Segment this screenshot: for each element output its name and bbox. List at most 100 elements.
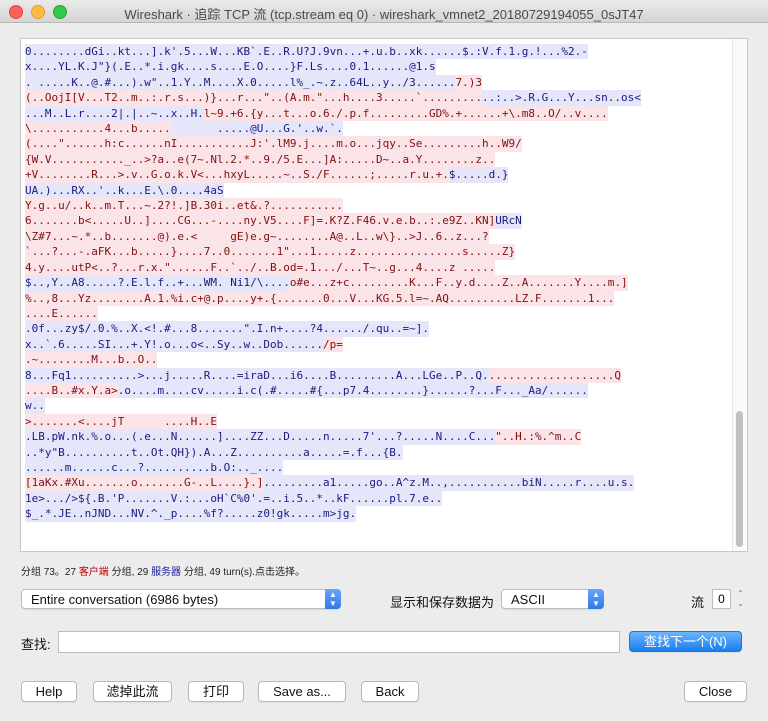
stream-line: 6.......b<.....U..]....CG...-....ny.V5..… [25,213,731,229]
stream-line: ....B..#x.Y.a>.o....m....cv.....i.c(.#..… [25,382,731,399]
vertical-scrollbar[interactable] [732,39,746,551]
server-data-segment: $.....d.} [448,167,509,183]
client-data-segment: "..H.:%.^m..C [495,429,582,445]
server-data-segment: w.. [25,398,45,414]
stream-line: [1aKx.#Xu.......o.......G-..L....}.]....… [25,475,731,491]
client-data-segment: \...........4...b..... [25,121,171,137]
stream-line: \Z#7...~.*..b.......@).e.< gE)e.g~......… [25,228,731,245]
server-data-segment: .o....m....cv.....i.c(.#.....#{...p7.4..… [117,382,588,399]
server-data-segment: ..*y"B..........t..Ot.QH}).A...Z........… [25,444,403,460]
client-data-segment: [1aKx.#Xu.......o.......G-..L....}.] [25,475,264,491]
server-data-segment: 8...Fq1..........>...j.....R....=iraD...… [25,367,489,383]
status-text: 分组 73。27 客户端 分组, 29 服务器 分组, 49 turn(s).点… [21,563,305,578]
stream-line: .0f...zy$/.0.%..X.<!.#...8.......".I.n+.… [25,321,731,337]
server-data-segment: ...M..L.r....2|.|..~..x..H. [25,105,204,122]
stream-line: .~........M...b..O.. [25,352,731,368]
stream-line: {W.V..........._..>?a..e(7~.Nl.2.*..9./5… [25,151,731,168]
client-data-segment: (...."......h:c......nI...........J:'.lM… [25,136,522,152]
stream-lines: 0........dGi..kt...].k'.5...W...KB`.E..R… [25,44,731,522]
conversation-select[interactable]: Entire conversation (6986 bytes) ▲ ▼ [21,589,341,609]
server-data-segment: URcN [495,213,522,229]
stepper-down-icon[interactable]: ⌄ [735,599,746,609]
client-data-segment: /p= [323,336,343,353]
server-data-segment: 0........dGi..kt...].k'.5...W...KB`.E..R… [25,44,588,60]
stream-line: w.. [25,398,731,414]
stream-line: $..,Y..A8.....?.E.l.f..+...WM. Ni1/\....… [25,275,731,291]
status-prefix: 分组 73。27 [21,567,79,578]
stream-line: x..`.6.....SI...+.Y!.o...o<..Sy..w..Dob.… [25,336,731,353]
server-data-segment: ..:..>.R.G...Y...sn..os< [481,90,641,106]
server-data-segment: UA.)...RX..'..k...E.\.0....4aS [25,182,224,199]
client-data-segment: \Z#7...~.*..b.......@).e.< gE)e.g~......… [25,228,489,245]
conversation-select-value: Entire conversation (6986 bytes) [31,592,219,607]
client-data-segment: %..,8...Yz........A.1.%i.c+@.p....y+.{..… [25,290,615,306]
server-data-segment: .....@U...G.'..w.`. [170,121,343,137]
stream-line: ..*y"B..........t..Ot.QH}).A...Z........… [25,444,731,460]
client-data-segment: Y.g..u/..k..m.T...~.2?!.]B.30i..et&.?...… [25,198,343,214]
server-label: 服务器 [151,567,182,578]
save-as-format-label: 显示和保存数据为 [390,595,495,610]
filter-out-stream-button[interactable]: 滤掉此流 [93,681,172,702]
chevron-updown-icon: ▲ ▼ [588,589,604,609]
server-data-segment: $..,Y..A8.....?.E.l.f..+...WM. Ni1/\.... [25,275,290,291]
stream-number-input[interactable]: 0 [712,589,731,609]
server-data-segment: .........a1.....go..A^z.M..,...........b… [263,475,635,491]
stream-line: +V........R...>.v..G.o.k.V<...hxyL.....~… [25,167,731,183]
stream-line: 1e>.../>${.B.'P.......V.:...oH`C%0'.=..i… [25,490,731,507]
window-title: Wireshark · 追踪 TCP 流 (tcp.stream eq 0) ·… [124,7,644,22]
stream-line: %..,8...Yz........A.1.%i.c+@.p....y+.{..… [25,290,731,306]
scrollbar-thumb[interactable] [736,411,743,547]
help-button[interactable]: Help [21,681,77,702]
status-suffix: 分组, 49 turn(s).点击选择。 [181,567,305,578]
find-input[interactable] [58,631,620,653]
stream-content-view[interactable]: 0........dGi..kt...].k'.5...W...KB`.E..R… [20,38,748,552]
print-button[interactable]: 打印 [188,681,244,702]
server-data-segment: x..`.6.....SI...+.Y!.o...o<..Sy..w..Dob.… [25,336,324,353]
stream-line: >.......<....jT ....H..E [25,413,731,430]
client-data-segment: .~........M...b..O.. [25,352,158,368]
server-data-segment: ......m......c...?..........b.O:.._.... [25,459,284,476]
client-data-segment: l~9.+6.{y...t...o.6./.p.f.........GD%.+.… [203,105,608,122]
client-data-segment: (..OojI[V...T2..m..:.r.s...)}...r..."..(… [25,90,482,106]
find-label: 查找: [21,637,51,652]
server-data-segment: . .....K..@.#...).w"..1.Y..M....X.0.....… [25,74,456,91]
server-data-segment: .0f...zy$/.0.%..X.<!.#...8.......".I.n+.… [25,321,429,337]
stream-line: `...?...-.aFK...b.....}....7..0.......1"… [25,244,731,260]
client-data-segment: 6.......b<.....U..]....CG...-....ny.V5..… [25,213,496,229]
client-data-segment: {W.V..........._..>?a..e(7~.Nl.2.*..9./5… [25,151,496,168]
stream-line: . .....K..@.#...).w"..1.Y..M....X.0.....… [25,74,731,91]
stream-stepper[interactable]: ⌃ ⌄ [735,589,746,609]
stream-line: 4.y....utP<..?...r.x."......F..`../..B.o… [25,259,731,276]
stream-line: \...........4...b..... .....@U...G.'..w.… [25,121,731,137]
client-data-segment: o#e...z+c.........K...F..y.d....Z..A....… [289,275,628,291]
format-select-value: ASCII [511,592,545,607]
client-data-segment: ...................Q [488,367,622,383]
close-button[interactable]: Close [684,681,747,702]
server-data-segment: x....YL.K.J"}(.E..*.i.gk....s....E.O....… [25,59,436,75]
client-data-segment: ....E...... [25,305,98,322]
format-select[interactable]: ASCII ▲ ▼ [501,589,604,609]
stream-line: .LB.pW.nk.%.o...(.e...N......]....ZZ...D… [25,429,731,445]
stream-line: 8...Fq1..........>...j.....R....=iraD...… [25,367,731,383]
back-button[interactable]: Back [361,681,419,702]
client-data-segment: +V........R...>.v..G.o.k.V<...hxyL.....~… [25,167,449,183]
client-data-segment: ....B..#x.Y.a> [25,382,118,399]
status-mid: 分组, 29 [108,567,152,578]
chevron-updown-icon: ▲ ▼ [325,589,341,609]
client-data-segment: `...?...-.aFK...b.....}....7..0.......1"… [25,244,516,260]
stream-line: x....YL.K.J"}(.E..*.i.gk....s....E.O....… [25,59,731,75]
stream-line: Y.g..u/..k..m.T...~.2?!.]B.30i..et&.?...… [25,198,731,214]
stream-line: (...."......h:c......nI...........J:'.lM… [25,136,731,152]
title-bar: Wireshark · 追踪 TCP 流 (tcp.stream eq 0) ·… [0,0,768,23]
save-as-button[interactable]: Save as... [258,681,346,702]
server-data-segment: 1e>.../>${.B.'P.......V.:...oH`C%0'.=..i… [25,490,443,507]
client-data-segment: 4.y....utP<..?...r.x."......F..`../..B.o… [25,259,496,276]
stream-line: (..OojI[V...T2..m..:.r.s...)}...r..."..(… [25,90,731,106]
server-data-segment: .LB.pW.nk.%.o...(.e...N......]....ZZ...D… [25,429,496,445]
server-data-segment: $_.*.JE..nJND...NV.^._p....%f?.....z0!gk… [25,506,357,522]
stepper-up-icon[interactable]: ⌃ [735,589,746,599]
find-next-button[interactable]: 查找下一个(N) [629,631,742,652]
client-label: 客户端 [78,567,109,578]
client-data-segment: 7.)3 [455,74,482,91]
stream-line: ......m......c...?..........b.O:.._.... [25,459,731,476]
